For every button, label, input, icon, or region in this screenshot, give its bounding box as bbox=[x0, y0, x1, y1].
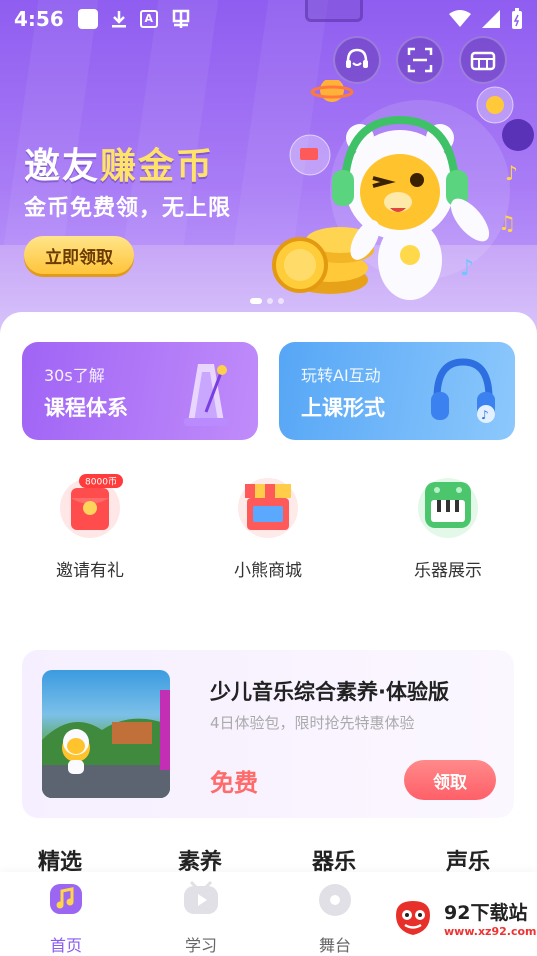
watermark-url: www.xz92.com bbox=[444, 925, 537, 938]
status-time: 4:56 bbox=[14, 7, 64, 31]
app-notification-icon bbox=[77, 9, 98, 29]
svg-text:♫: ♫ bbox=[498, 211, 516, 235]
course-system-card[interactable]: 30s了解 课程体系 bbox=[22, 342, 258, 440]
bear-mall-link[interactable]: 小熊商城 bbox=[208, 472, 328, 581]
site-watermark: 92下载站 www.xz92.com bbox=[378, 880, 537, 956]
disc-icon bbox=[319, 884, 351, 916]
wifi-icon bbox=[449, 10, 471, 27]
svg-text:♪: ♪ bbox=[481, 408, 489, 422]
bear-mascot-illustration: ♪ ♪ ♫ ♪ bbox=[272, 80, 534, 300]
trial-course-card[interactable]: 少儿音乐综合素养·体验版 4日体验包，限时抢先特惠体验 免费 领取 bbox=[22, 650, 514, 818]
scan-icon bbox=[407, 47, 433, 73]
battery-icon bbox=[512, 8, 522, 29]
feature-small-label: 30s了解 bbox=[44, 366, 105, 385]
nav-home[interactable]: 首页 bbox=[26, 878, 106, 956]
carousel-dot[interactable] bbox=[250, 298, 262, 304]
svg-text:♪: ♪ bbox=[505, 161, 518, 185]
course-thumbnail bbox=[42, 670, 170, 798]
promo-title-highlight: 赚金币 bbox=[100, 146, 215, 187]
status-bar: 4:56 A bbox=[0, 0, 537, 38]
headphones-icon: ♪ bbox=[431, 358, 495, 423]
keyboard-icon bbox=[418, 478, 478, 538]
feature-big-label: 课程体系 bbox=[44, 396, 128, 420]
a-icon: A bbox=[139, 10, 158, 28]
svg-text:♪: ♪ bbox=[460, 256, 474, 281]
carousel-dot[interactable] bbox=[278, 298, 284, 304]
piano-icon bbox=[470, 51, 496, 71]
scan-button[interactable] bbox=[396, 36, 444, 84]
promo-subtitle: 金币免费领，无上限 bbox=[24, 196, 232, 221]
play-tv-icon bbox=[184, 880, 218, 914]
carousel-indicator bbox=[250, 298, 284, 304]
course-price: 免费 bbox=[210, 769, 258, 797]
invite-gift-link[interactable]: 8000币 邀请有礼 bbox=[30, 472, 150, 581]
metronome-icon bbox=[184, 364, 228, 426]
nav-stage[interactable]: 舞台 bbox=[295, 878, 375, 956]
carousel-dot[interactable] bbox=[267, 298, 273, 304]
headset-icon bbox=[346, 48, 368, 68]
signal-icon bbox=[482, 10, 500, 28]
shop-icon bbox=[238, 478, 298, 538]
nav-label: 首页 bbox=[49, 936, 82, 955]
course-description: 4日体验包，限时抢先特惠体验 bbox=[210, 714, 415, 732]
watermark-logo-icon bbox=[396, 901, 430, 935]
claim-course-button[interactable]: 领取 bbox=[404, 760, 496, 800]
quick-link-label: 小熊商城 bbox=[234, 561, 302, 581]
piano-button[interactable] bbox=[459, 36, 507, 84]
main-content: 30s了解 课程体系 玩转AI互动 上课形式 ♪ 8000币 邀请有礼 小熊商城… bbox=[0, 312, 537, 875]
quick-link-label: 乐器展示 bbox=[414, 561, 482, 581]
customer-service-button[interactable] bbox=[333, 36, 381, 84]
quick-link-label: 邀请有礼 bbox=[56, 561, 124, 581]
promo-banner[interactable]: ♪ ♪ ♫ ♪ 邀友赚金币 金币免费领，无上限 立即领取 bbox=[0, 0, 537, 340]
course-title: 少儿音乐综合素养·体验版 bbox=[210, 680, 449, 704]
claim-now-button[interactable]: 立即领取 bbox=[24, 236, 134, 274]
red-envelope-icon: 8000币 bbox=[60, 474, 123, 538]
feature-big-label: 上课形式 bbox=[301, 396, 385, 420]
quick-links: 8000币 邀请有礼 小熊商城 乐器展示 bbox=[0, 472, 537, 582]
download-icon bbox=[111, 11, 126, 28]
promo-title: 邀友赚金币 bbox=[24, 137, 214, 189]
instrument-display-link[interactable]: 乐器展示 bbox=[388, 472, 508, 581]
course-scene-image bbox=[42, 690, 170, 798]
home-music-icon bbox=[50, 884, 82, 914]
promo-title-part1: 邀友 bbox=[24, 146, 101, 187]
class-format-card[interactable]: 玩转AI互动 上课形式 ♪ bbox=[279, 342, 515, 440]
watermark-title: 92下载站 bbox=[444, 902, 528, 924]
bug-icon bbox=[172, 9, 189, 28]
feature-small-label: 玩转AI互动 bbox=[301, 366, 381, 385]
invite-reward-badge: 8000币 bbox=[85, 477, 117, 488]
nav-label: 舞台 bbox=[318, 936, 351, 955]
nav-study[interactable]: 学习 bbox=[161, 878, 241, 956]
nav-label: 学习 bbox=[184, 936, 217, 955]
